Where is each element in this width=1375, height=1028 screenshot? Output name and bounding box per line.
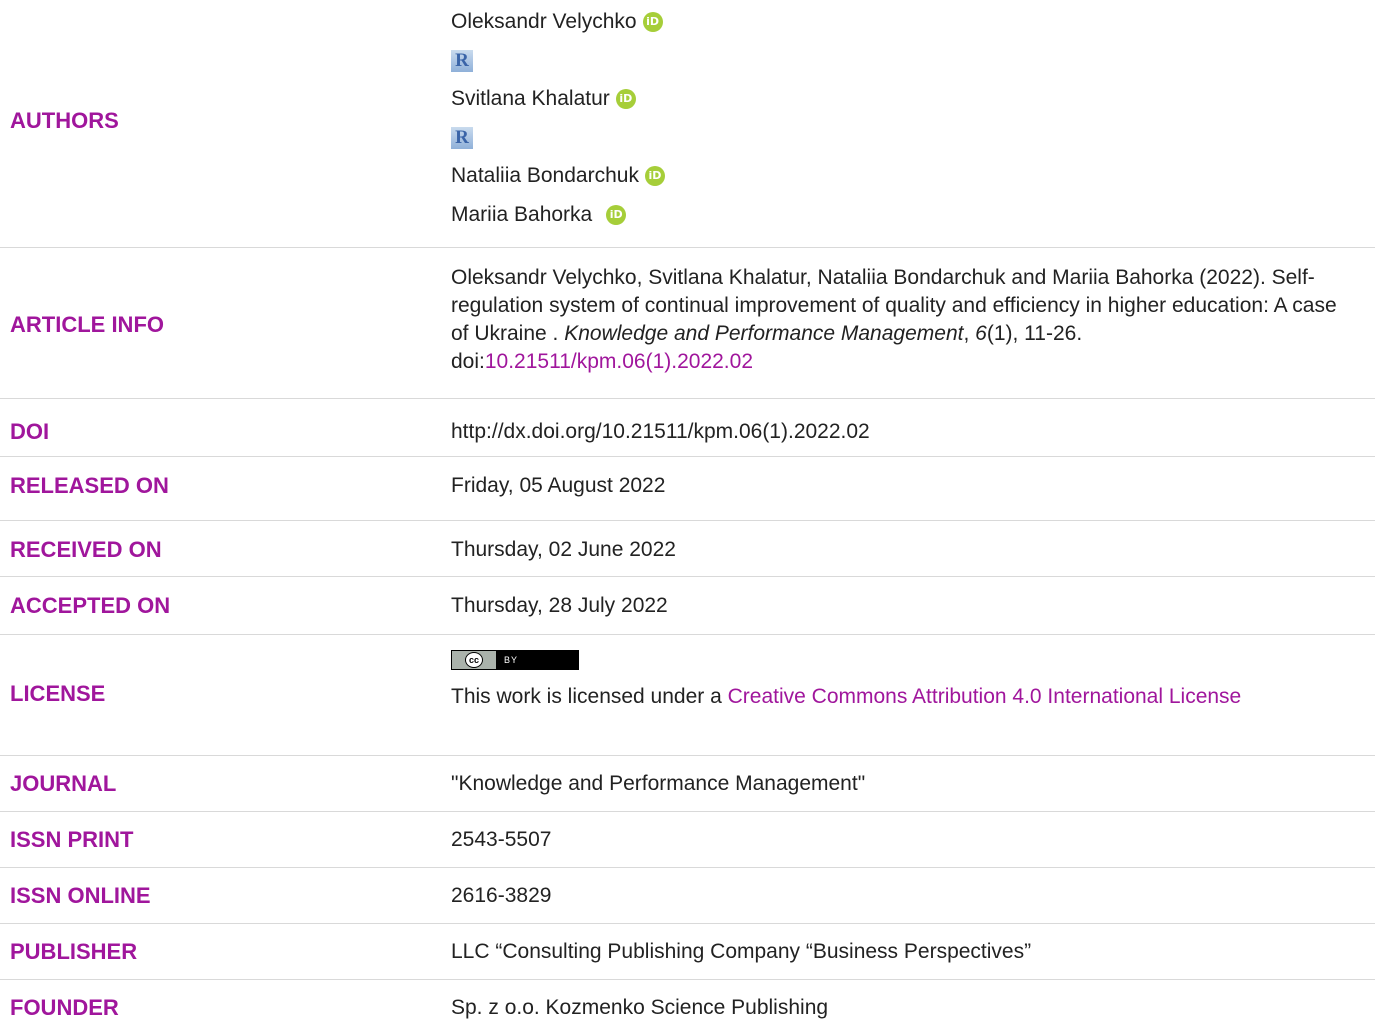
cc-icon: cc bbox=[465, 652, 483, 668]
founder-value: Sp. z o.o. Kozmenko Science Publishing bbox=[451, 996, 829, 1019]
author-line: Oleksandr Velychko iD bbox=[451, 8, 663, 36]
authors-label: AUTHORS bbox=[10, 108, 119, 133]
publisher-value: LLC “Consulting Publishing Company “Busi… bbox=[451, 940, 1032, 963]
author-line: Nataliia Bondarchuk iD bbox=[451, 162, 665, 190]
row-license: LICENSE cc BY This work is licensed unde… bbox=[0, 635, 1375, 756]
row-publisher: PUBLISHER LLC “Consulting Publishing Com… bbox=[0, 924, 1375, 980]
received-on-label: RECEIVED ON bbox=[10, 537, 162, 562]
row-received-on: RECEIVED ON Thursday, 02 June 2022 bbox=[0, 521, 1375, 577]
released-on-value: Friday, 05 August 2022 bbox=[451, 474, 666, 497]
row-issn-online: ISSN ONLINE 2616-3829 bbox=[0, 868, 1375, 924]
publisher-label: PUBLISHER bbox=[10, 939, 138, 964]
license-statement: This work is licensed under a bbox=[451, 685, 728, 708]
doi-link[interactable]: 10.21511/kpm.06(1).2022.02 bbox=[485, 350, 753, 373]
doi-value: http://dx.doi.org/10.21511/kpm.06(1).202… bbox=[451, 420, 870, 443]
row-founder: FOUNDER Sp. z o.o. Kozmenko Science Publ… bbox=[0, 980, 1375, 1028]
orcid-icon[interactable]: iD bbox=[644, 166, 665, 186]
journal-label: JOURNAL bbox=[10, 771, 117, 796]
issn-online-label: ISSN ONLINE bbox=[10, 883, 151, 908]
issn-print-value: 2543-5507 bbox=[451, 828, 552, 851]
author-name[interactable]: Oleksandr Velychko bbox=[451, 10, 637, 34]
row-issn-print: ISSN PRINT 2543-5507 bbox=[0, 812, 1375, 868]
orcid-icon[interactable]: iD bbox=[615, 89, 636, 109]
row-journal: JOURNAL "Knowledge and Performance Manag… bbox=[0, 756, 1375, 812]
issn-print-label: ISSN PRINT bbox=[10, 827, 134, 852]
issn-online-value: 2616-3829 bbox=[451, 884, 552, 907]
article-info-citation: Oleksandr Velychko, Svitlana Khalatur, N… bbox=[451, 264, 1351, 376]
cc-by-badge[interactable]: cc BY bbox=[451, 650, 579, 670]
author-name[interactable]: Svitlana Khalatur bbox=[451, 87, 610, 111]
researcherid-icon[interactable]: R bbox=[451, 50, 473, 72]
released-on-label: RELEASED ON bbox=[10, 473, 169, 498]
author-name[interactable]: Mariia Bahorka bbox=[451, 203, 592, 227]
researcherid-icon[interactable]: R bbox=[451, 127, 473, 149]
citation-volume: 6 bbox=[975, 322, 987, 345]
doi-label: DOI bbox=[10, 419, 50, 444]
row-authors: AUTHORS Oleksandr Velychko iD R Svitlana… bbox=[0, 0, 1375, 248]
row-released-on: RELEASED ON Friday, 05 August 2022 bbox=[0, 457, 1375, 521]
author-name[interactable]: Nataliia Bondarchuk bbox=[451, 164, 639, 188]
orcid-icon[interactable]: iD bbox=[606, 205, 627, 225]
founder-label: FOUNDER bbox=[10, 995, 119, 1020]
citation-text: , bbox=[963, 322, 976, 345]
accepted-on-value: Thursday, 28 July 2022 bbox=[451, 594, 668, 617]
orcid-icon[interactable]: iD bbox=[642, 12, 663, 32]
row-doi: DOI http://dx.doi.org/10.21511/kpm.06(1)… bbox=[0, 399, 1375, 457]
author-line: Mariia Bahorka iD bbox=[451, 201, 627, 229]
row-article-info: ARTICLE INFO Oleksandr Velychko, Svitlan… bbox=[0, 248, 1375, 399]
received-on-value: Thursday, 02 June 2022 bbox=[451, 538, 676, 561]
citation-journal: Knowledge and Performance Management bbox=[564, 322, 964, 345]
license-text: This work is licensed under a Creative C… bbox=[451, 681, 1331, 712]
article-info-label: ARTICLE INFO bbox=[10, 312, 164, 337]
accepted-on-label: ACCEPTED ON bbox=[10, 593, 171, 618]
license-link[interactable]: Creative Commons Attribution 4.0 Interna… bbox=[728, 685, 1242, 708]
license-label: LICENSE bbox=[10, 681, 106, 706]
cc-logo-part: cc bbox=[452, 651, 496, 669]
journal-value: "Knowledge and Performance Management" bbox=[451, 772, 866, 795]
author-line: Svitlana Khalatur iD bbox=[451, 85, 636, 113]
cc-by-text: BY bbox=[504, 655, 519, 665]
row-accepted-on: ACCEPTED ON Thursday, 28 July 2022 bbox=[0, 577, 1375, 635]
